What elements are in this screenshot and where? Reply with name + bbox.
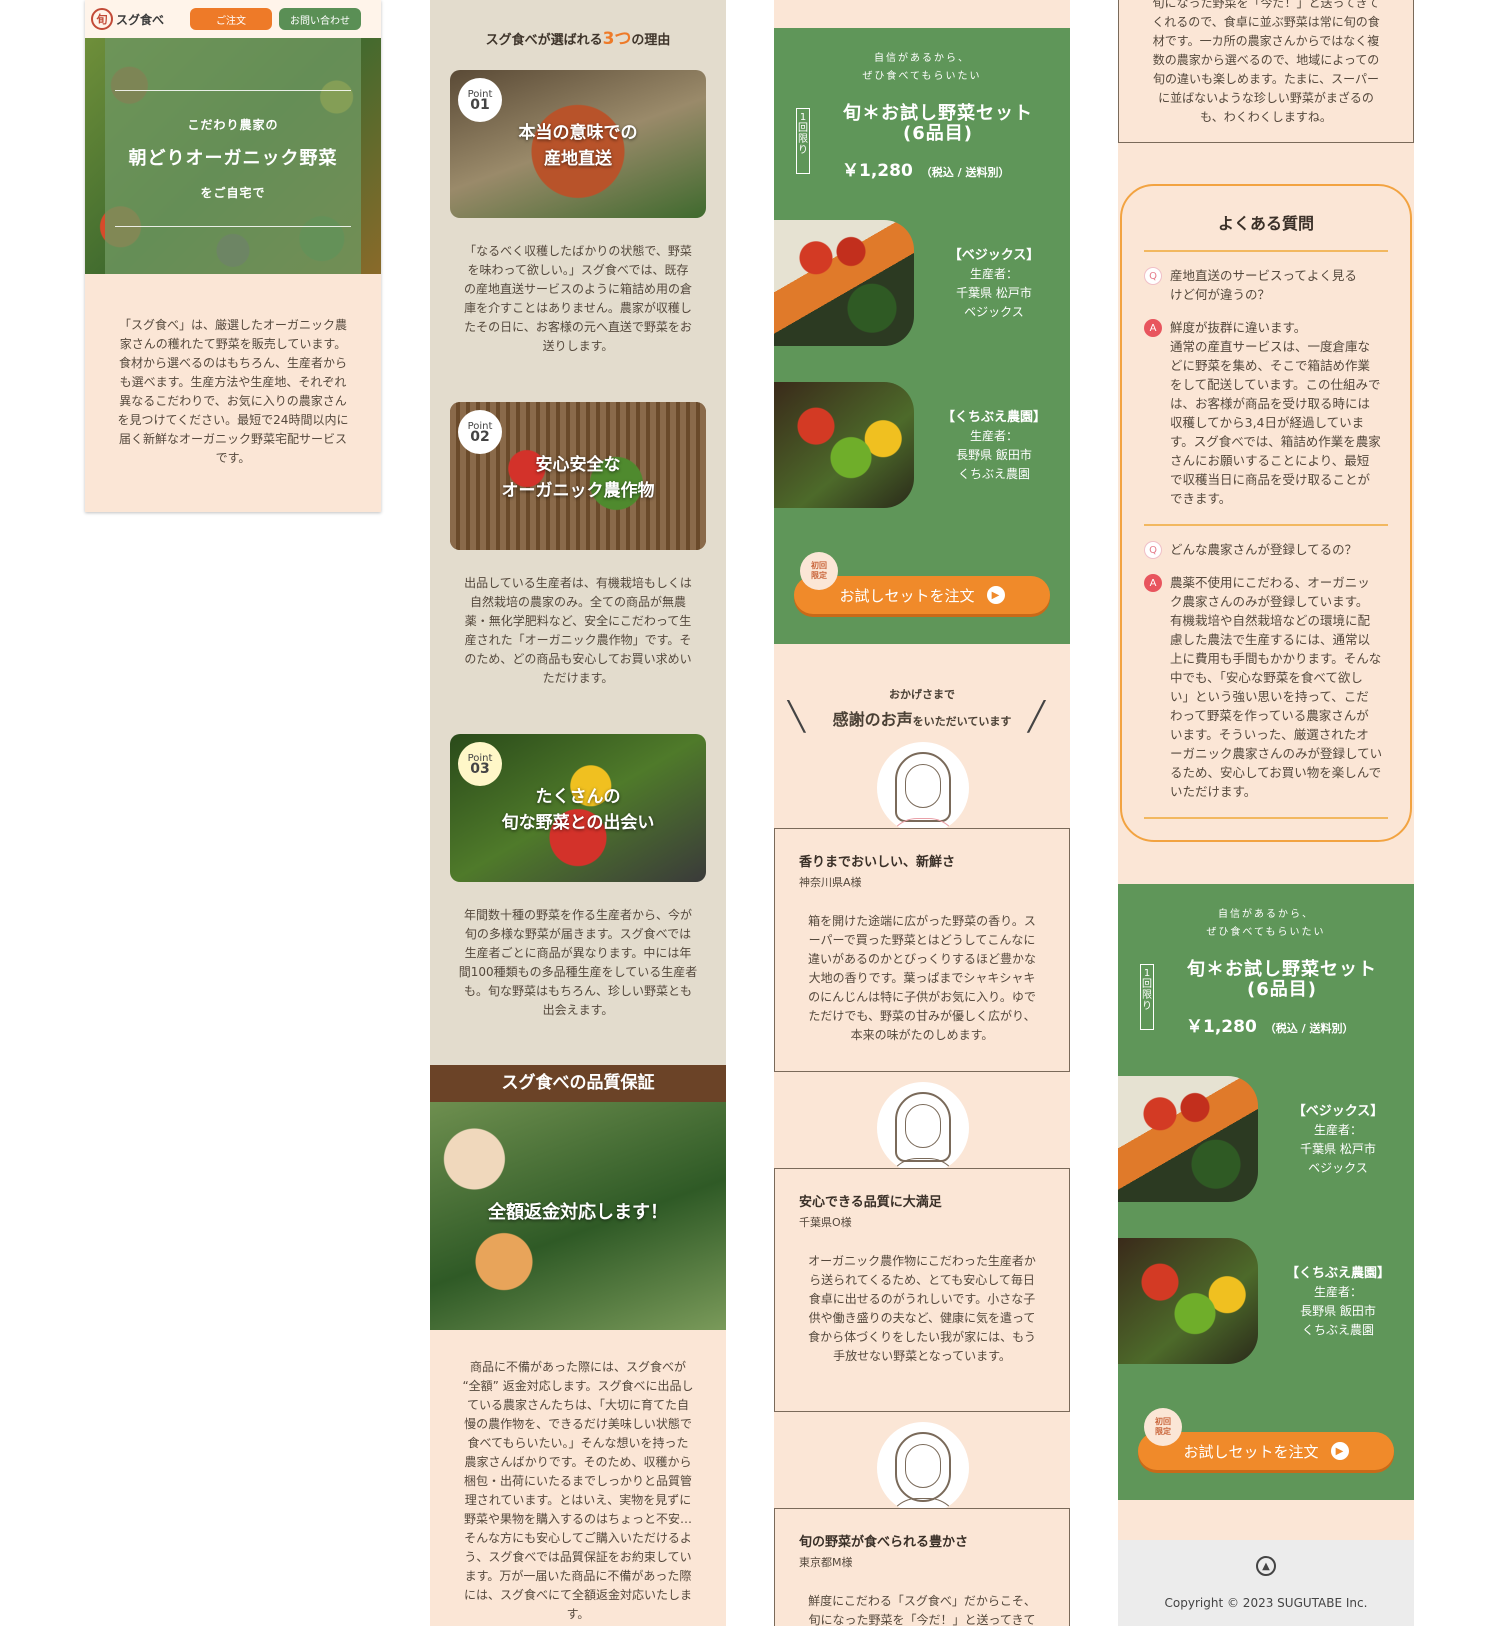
producer-1: 【ベジックス】 生産者： 千葉県 松戸市 ベジックス xyxy=(1292,1104,1384,1175)
voice-card: 香りまでおいしい、新鮮さ 神奈川県A様 箱を開けた途端に広がった野菜の香り。ス … xyxy=(774,828,1070,1072)
hero-line-1: こだわり農家の xyxy=(187,118,279,132)
point-pin-2: Point 02 xyxy=(458,410,502,454)
once-only-label: 1回限り xyxy=(796,108,810,174)
vegetable-photo-1 xyxy=(1118,1076,1258,1202)
voice-title: 旬の野菜が食べられる豊かさ xyxy=(799,1535,969,1550)
play-icon: ▶ xyxy=(986,586,1005,604)
avatar xyxy=(877,1082,969,1174)
faq-answer: A 農薬不使用にこだわる、オーガニッ ク農家さんのみが登録しています。 有機栽培… xyxy=(1144,573,1388,801)
voice-title: 安心できる品質に大満足 xyxy=(799,1195,942,1210)
avatar xyxy=(877,742,969,834)
logo-name: スグ食べ xyxy=(116,12,165,27)
voice-text-continued: 旬になった野菜を「今だ！」と送ってきて くれるので、食卓に並ぶ野菜は常に旬の食 … xyxy=(1152,0,1380,124)
logo-mark: 旬 xyxy=(91,8,113,30)
vegetable-photo-2 xyxy=(774,382,914,508)
voice-card: 安心できる品質に大満足 千葉県O様 オーガニック農作物にこだわった生産者か ら送… xyxy=(774,1168,1070,1412)
first-time-badge: 初回 限定 xyxy=(1144,1408,1182,1446)
point-caption-3: たくさんの 旬な野菜との出会い xyxy=(501,787,655,833)
point-caption-2: 安心安全な オーガニック農作物 xyxy=(501,455,655,501)
producer-2: 【くちぶえ農園】 生産者： 長野県 飯田市 くちぶえ農園 xyxy=(1285,1266,1390,1337)
answer-icon: A xyxy=(1144,574,1162,592)
offer-price: ￥1,280 （税込 / 送料別） xyxy=(1186,1017,1354,1037)
play-icon: ▶ xyxy=(1330,1442,1349,1460)
faq-divider xyxy=(1144,817,1388,819)
faq-answer: A 鮮度が抜群に違います。 通常の産直サービスは、一度倉庫な どに野菜を集め、そ… xyxy=(1144,318,1388,508)
chevron-up-icon[interactable]: ▲ xyxy=(1256,1556,1276,1576)
voice-text: 箱を開けた途端に広がった野菜の香り。ス ーパーで買った野菜とはどうしてこんなに … xyxy=(807,914,1036,1042)
voice-title: 香りまでおいしい、新鮮さ xyxy=(799,855,956,870)
voice-author: 神奈川県A様 xyxy=(799,876,862,889)
quality-text: 商品に不備があった際には、スグ食べが “全額” 返金対応します。スグ食べに出品し… xyxy=(462,1360,694,1621)
point-pin-3: Point 03 xyxy=(458,742,502,786)
voice-author: 東京都M様 xyxy=(799,1556,853,1569)
offer-name: 旬＊お試し野菜セット (6品目) xyxy=(843,103,1033,144)
copyright: Copyright © 2023 SUGUTABE Inc. xyxy=(1164,1596,1368,1610)
faq-divider xyxy=(1144,524,1388,526)
site-footer: ▲ Copyright © 2023 SUGUTABE Inc. xyxy=(1118,1540,1414,1626)
once-only-label: 1回限り xyxy=(1140,964,1154,1030)
point-card-1: Point 01 本当の意味での 産地直送 xyxy=(450,70,706,218)
voice-card-continued: 旬になった野菜を「今だ！」と送ってきて くれるので、食卓に並ぶ野菜は常に旬の食 … xyxy=(1118,0,1414,143)
voices-heading: おかげさまで 感謝のお声をいただいています xyxy=(832,688,1012,729)
quality-caption: 全額返金対応します！ xyxy=(488,1202,668,1223)
point-pin-1: Point 01 xyxy=(458,78,502,122)
producer-1: 【ベジックス】 生産者： 千葉県 松戸市 ベジックス xyxy=(948,248,1040,319)
logo[interactable]: 旬 スグ食べ xyxy=(91,8,183,30)
answer-icon: A xyxy=(1144,319,1162,337)
offer-panel: 自信があるから、 ぜひ食べてもらいたい 1回限り 旬＊お試し野菜セット (6品目… xyxy=(774,28,1070,644)
offer-price: ￥1,280 （税込 / 送料別） xyxy=(842,161,1010,181)
site-header: 旬 スグ食べ ご注文 お問い合わせ xyxy=(85,0,381,38)
offer-and-voices-section: 自信があるから、 ぜひ食べてもらいたい 1回限り 旬＊お試し野菜セット (6品目… xyxy=(774,0,1070,1626)
reasons-title: スグ食べが選ばれる3つの理由 xyxy=(485,29,671,49)
offer-subtitle: 自信があるから、 ぜひ食べてもらいたい xyxy=(1206,909,1326,938)
voice-card: 旬の野菜が食べられる豊かさ 東京都M様 鮮度にこだわる「スグ食べ」だからこそ、 … xyxy=(774,1508,1070,1626)
voice-author: 千葉県O様 xyxy=(799,1216,852,1229)
point-card-3: Point 03 たくさんの 旬な野菜との出会い xyxy=(450,734,706,882)
point-caption-1: 本当の意味での 産地直送 xyxy=(518,123,638,169)
offer-name: 旬＊お試し野菜セット (6品目) xyxy=(1187,959,1377,1000)
faq-question[interactable]: Q どんな農家さんが登録してるの？ xyxy=(1144,540,1388,559)
quality-image: 全額返金対応します！ xyxy=(430,1102,726,1330)
question-icon: Q xyxy=(1144,541,1162,559)
order-button[interactable]: ご注文 xyxy=(190,8,272,30)
quality-title: スグ食べの品質保証 xyxy=(430,1065,726,1102)
reasons-section: スグ食べが選ばれる3つの理由 Point 01 本当の意味での 産地直送 「なるべ… xyxy=(430,0,726,1626)
offer-subtitle: 自信があるから、 ぜひ食べてもらいたい xyxy=(862,53,982,82)
hero-line-3: をご自宅で xyxy=(200,186,266,200)
producer-2: 【くちぶえ農園】 生産者： 長野県 飯田市 くちぶえ農園 xyxy=(941,410,1046,481)
intro-text: 「スグ食べ」は、厳選したオーガニック農 家さんの穫れたて野菜を販売しています。 … xyxy=(117,318,349,465)
voice-text: 鮮度にこだわる「スグ食べ」だからこそ、 旬になった野菜を「今だ！」と送ってきて xyxy=(808,1594,1036,1626)
faq-section: 旬になった野菜を「今だ！」と送ってきて くれるので、食卓に並ぶ野菜は常に旬の食 … xyxy=(1118,0,1414,1626)
hero-headline: 朝どりオーガニック野菜 xyxy=(128,148,338,169)
quality-body: 商品に不備があった際には、スグ食べが “全額” 返金対応します。スグ食べに出品し… xyxy=(430,1330,726,1626)
faq-question[interactable]: Q 産地直送のサービスってよく見る けど何が違うの？ xyxy=(1144,266,1388,304)
hero-divider xyxy=(115,90,351,91)
voice-text: オーガニック農作物にこだわった生産者か ら送られてくるため、とても安心して毎日 … xyxy=(808,1254,1036,1363)
avatar xyxy=(877,1422,969,1514)
hero-image: こだわり農家の 朝どりオーガニック野菜 をご自宅で xyxy=(85,38,381,274)
vegetable-photo-1 xyxy=(774,220,914,346)
offer-panel: 自信があるから、 ぜひ食べてもらいたい 1回限り 旬＊お試し野菜セット (6品目… xyxy=(1118,884,1414,1500)
point-text-3: 年間数十種の野菜を作る生産者から、今が 旬の多様な野菜が届きます。スグ食べでは … xyxy=(458,908,698,1017)
question-icon: Q xyxy=(1144,267,1162,285)
first-time-badge: 初回 限定 xyxy=(800,552,838,590)
vegetable-photo-2 xyxy=(1118,1238,1258,1364)
point-text-1: 「なるべく収穫したばかりの状態で、野菜 を味わって欲しい。」スグ食べでは、既存 … xyxy=(463,244,692,353)
faq-title: よくある質問 xyxy=(1144,210,1388,252)
contact-button[interactable]: お問い合わせ xyxy=(279,8,361,30)
point-card-2: Point 02 安心安全な オーガニック農作物 xyxy=(450,402,706,550)
page-top-section: 旬 スグ食べ ご注文 お問い合わせ こだわり農家の 朝どりオーガニック野菜 をご… xyxy=(85,0,381,512)
faq-box: よくある質問 Q 産地直送のサービスってよく見る けど何が違うの？ A 鮮度が抜… xyxy=(1120,184,1412,842)
hero-divider xyxy=(115,226,351,227)
point-text-2: 出品している生産者は、有機栽培もしくは 自然栽培の農家のみ。全ての商品が無農 薬… xyxy=(464,576,692,685)
